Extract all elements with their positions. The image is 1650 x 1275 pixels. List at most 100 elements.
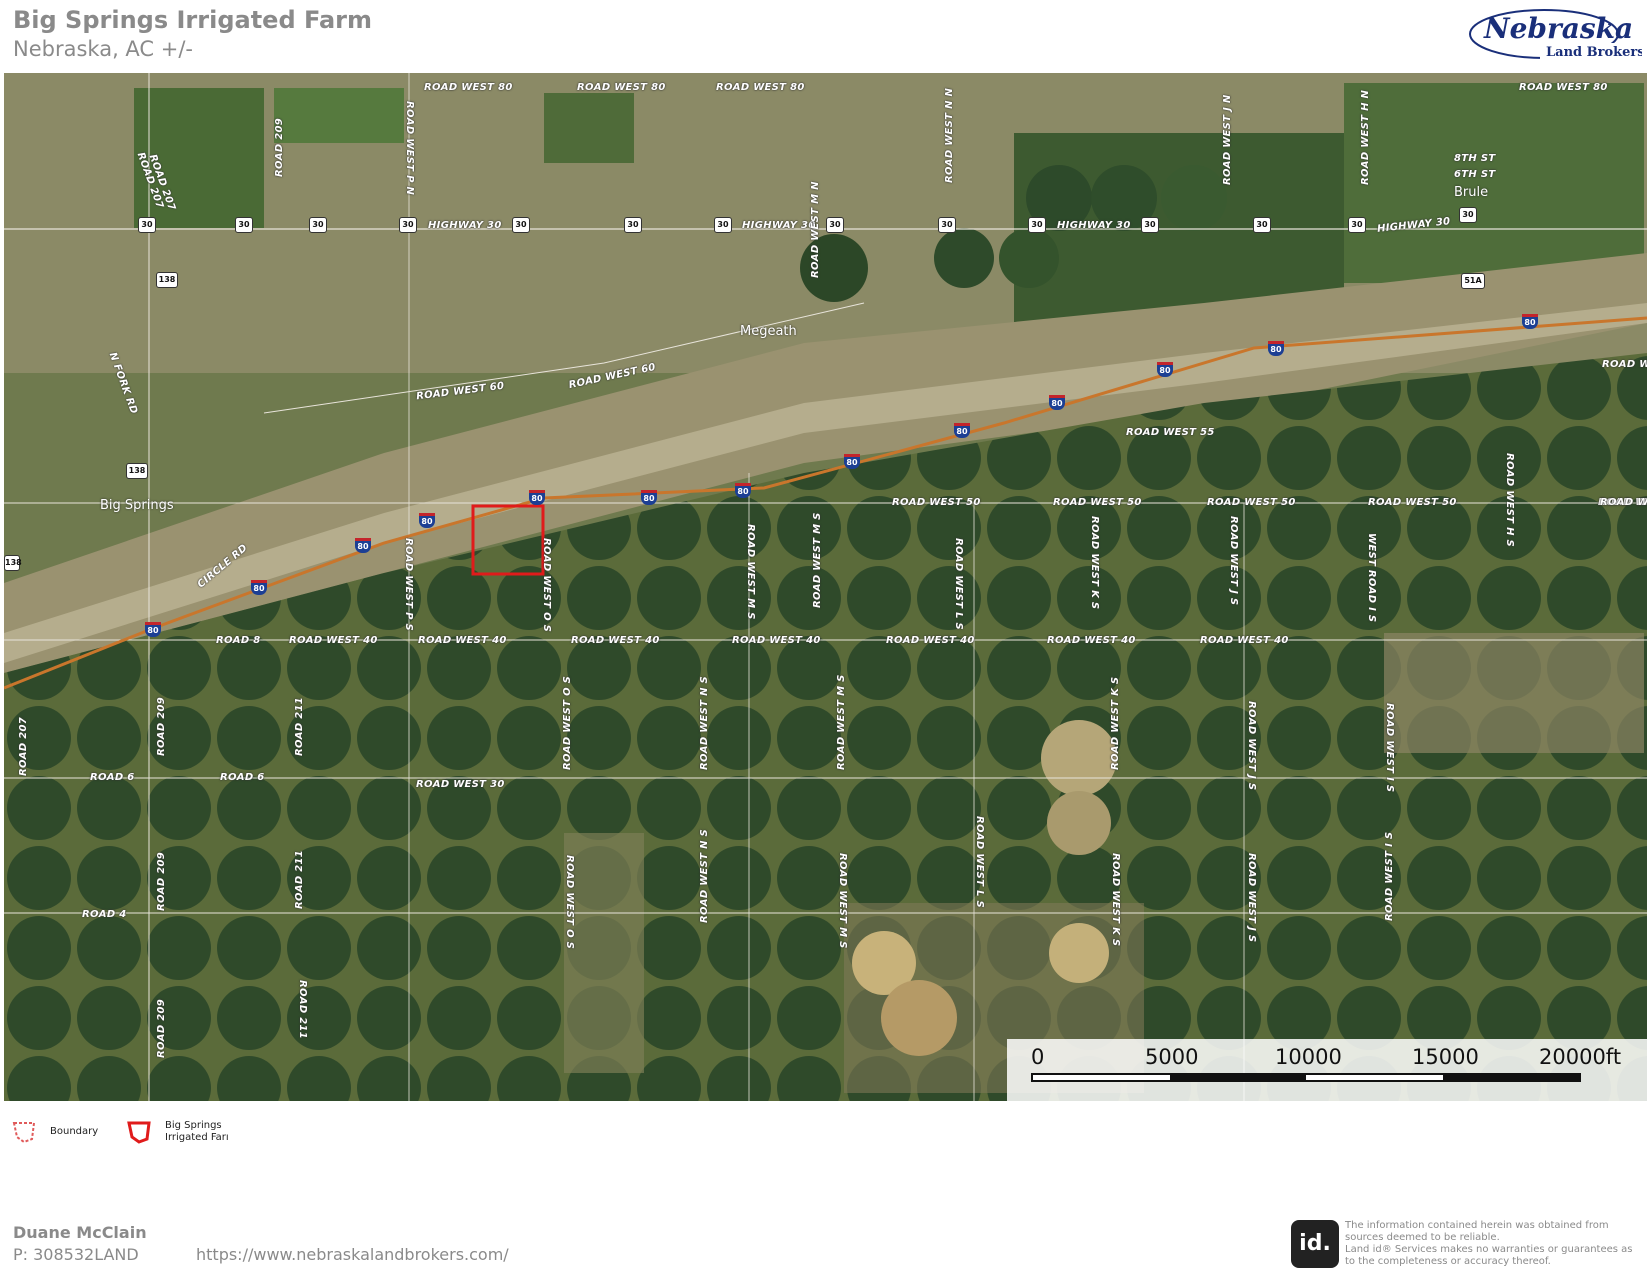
scale-bar-graphic: [1031, 1073, 1581, 1082]
road-label-vertical: ROAD 211: [294, 697, 305, 756]
website-link[interactable]: https://www.nebraskalandbrokers.com/: [196, 1245, 509, 1264]
page-subtitle: Nebraska, AC +/-: [13, 37, 193, 61]
road-label-vertical: ROAD 209: [156, 697, 167, 756]
road-label-vertical: ROAD WEST L S: [974, 816, 985, 909]
road-label-vertical: ROAD WEST K S: [1089, 516, 1100, 610]
us-route-shield: 30: [1253, 217, 1271, 233]
interstate-shield: 80: [735, 483, 751, 498]
us-route-shield: 30: [826, 217, 844, 233]
town-label-brule: Brule: [1454, 185, 1489, 200]
road-label: ROAD WEST 80: [424, 82, 513, 93]
scale-label: 15000: [1412, 1045, 1479, 1069]
road-label: ROAD WEST 40: [418, 635, 507, 646]
road-label-vertical: ROAD WEST I S: [1384, 831, 1395, 921]
road-label-vertical: ROAD WEST J S: [1246, 701, 1257, 791]
road-label: 8TH ST: [1454, 153, 1496, 164]
road-label-vertical: ROAD WEST M S: [812, 512, 823, 608]
scale-label: 0: [1031, 1045, 1045, 1069]
legend-label: Boundary: [50, 1126, 99, 1137]
road-label: ROAD WEST 55: [1126, 427, 1215, 438]
road-label: HIGHWAY 30: [742, 220, 816, 231]
road-label: 6TH ST: [1454, 169, 1496, 180]
satellite-map[interactable]: ROAD WEST 80 ROAD WEST 80 ROAD WEST 80 R…: [4, 73, 1647, 1101]
us-route-shield: 30: [1348, 217, 1366, 233]
road-label: ROAD WEST 40: [1200, 635, 1289, 646]
us-route-shield: 138: [126, 463, 148, 479]
road-label-vertical: ROAD 211: [297, 980, 308, 1039]
road-label: ROAD WEST 80: [577, 82, 666, 93]
scale-label: 5000: [1145, 1045, 1199, 1069]
scale-label: 20000ft: [1539, 1045, 1622, 1069]
interstate-shield: 80: [419, 513, 435, 528]
road-label-vertical: ROAD WEST I S: [1384, 703, 1395, 793]
us-route-shield: 30: [512, 217, 530, 233]
us-route-shield: 30: [714, 217, 732, 233]
road-label-vertical: ROAD WEST N S: [699, 828, 710, 923]
interstate-shield: 80: [954, 423, 970, 438]
road-label: ROAD 6: [220, 772, 265, 783]
road-label: ROAD WEST 40: [571, 635, 660, 646]
road-label: ROAD WE: [1600, 497, 1647, 508]
road-label: HIGHWAY 30: [428, 220, 502, 231]
road-label: ROAD WES: [1602, 359, 1647, 370]
logo-sub-text: Land Brokers: [1546, 45, 1642, 60]
road-label: ROAD WEST 40: [1047, 635, 1136, 646]
interstate-shield: 80: [529, 490, 545, 505]
interstate-shield: 80: [641, 490, 657, 505]
interstate-shield: 80: [1157, 362, 1173, 377]
road-label: ROAD WEST 40: [886, 635, 975, 646]
road-label-vertical: WEST ROAD I S: [1366, 533, 1377, 623]
legend-item-parcel: Big Springs Irrigated Farı: [127, 1120, 229, 1144]
road-label-vertical: ROAD WEST H S: [1504, 453, 1515, 548]
nebraska-land-brokers-logo: Nebraska Land Brokers: [1469, 9, 1642, 60]
road-label-vertical: ROAD WEST M N: [810, 181, 821, 278]
us-route-shield: 30: [1028, 217, 1046, 233]
road-label-vertical: ROAD WEST J S: [1228, 516, 1239, 606]
us-route-shield: 30: [938, 217, 956, 233]
interstate-shield: 80: [1268, 341, 1284, 356]
road-label: ROAD WEST 80: [1519, 82, 1608, 93]
disclaimer-text: The information contained herein was obt…: [1345, 1220, 1633, 1267]
road-label-vertical: ROAD 211: [294, 850, 305, 909]
legend-label: Irrigated Farı: [165, 1132, 229, 1143]
road-label-vertical: ROAD WEST J S: [1246, 853, 1257, 943]
scale-label: 10000: [1275, 1045, 1342, 1069]
road-label: ROAD WEST 50: [1368, 497, 1457, 508]
road-label-vertical: ROAD 207: [18, 717, 29, 776]
interstate-shield: 80: [1522, 314, 1538, 329]
road-label-vertical: ROAD WEST K S: [1110, 853, 1121, 947]
interstate-shield: 80: [251, 580, 267, 595]
road-label-vertical: ROAD WEST N N: [944, 87, 955, 183]
interstate-shield: 80: [355, 538, 371, 553]
us-route-shield: 30: [399, 217, 417, 233]
road-label-vertical: ROAD WEST O S: [562, 675, 573, 770]
legend-item-boundary: Boundary: [12, 1120, 98, 1144]
us-route-shield: 30: [309, 217, 327, 233]
road-label-vertical: ROAD WEST H N: [1360, 89, 1371, 185]
road-label-vertical: ROAD 209: [156, 999, 167, 1058]
interstate-shield: 80: [844, 454, 860, 469]
us-route-shield: 30: [138, 217, 156, 233]
road-label: HIGHWAY 30: [1057, 220, 1131, 231]
road-label-vertical: ROAD WEST K S: [1110, 676, 1121, 770]
agent-phone: P: 308532LAND: [13, 1245, 139, 1264]
state-route-shield: 51A: [1461, 273, 1485, 289]
boundary-legend-icon: [12, 1122, 36, 1144]
road-label-vertical: ROAD WEST M S: [836, 674, 847, 770]
agent-name: Duane McClain: [13, 1223, 147, 1242]
road-label: ROAD 6: [90, 772, 135, 783]
scale-bar: 0 5000 10000 15000 20000ft: [1007, 1039, 1647, 1101]
road-label: ROAD WEST 30: [416, 779, 505, 790]
road-label: ROAD WEST 40: [289, 635, 378, 646]
road-label: ROAD 8: [216, 635, 261, 646]
road-label: ROAD WEST 40: [732, 635, 821, 646]
road-label: ROAD WEST 50: [892, 497, 981, 508]
road-label-vertical: ROAD WEST N S: [699, 675, 710, 770]
us-route-shield: 30: [624, 217, 642, 233]
road-label: ROAD WEST 50: [1207, 497, 1296, 508]
road-label-vertical: ROAD WEST M S: [837, 853, 848, 949]
road-label-vertical: ROAD 209: [274, 118, 285, 177]
us-route-shield: 138: [156, 272, 178, 288]
town-label-big-springs: Big Springs: [100, 498, 174, 513]
road-label: ROAD WEST 80: [716, 82, 805, 93]
